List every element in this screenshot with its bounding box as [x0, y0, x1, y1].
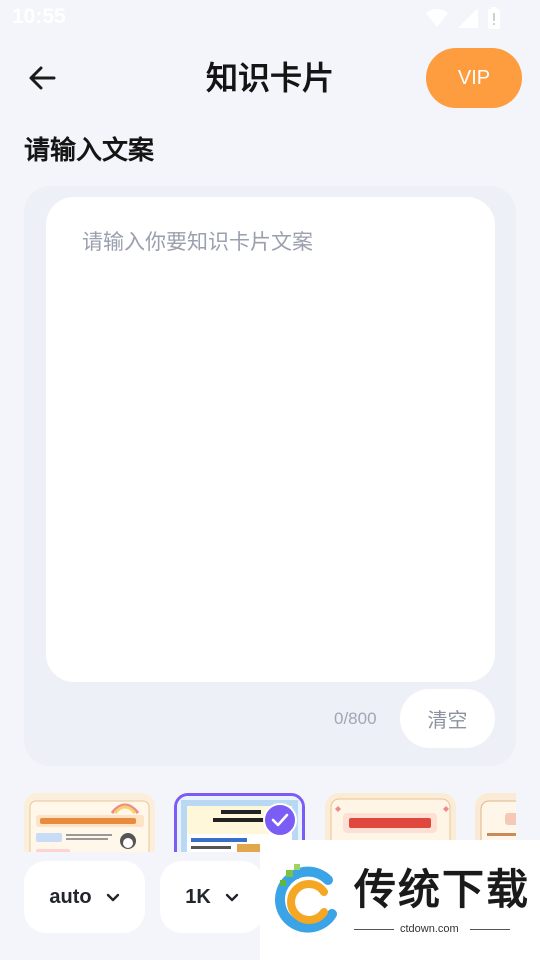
- section-label: 请输入文案: [24, 136, 155, 166]
- ratio-select[interactable]: auto: [24, 861, 145, 933]
- chevron-down-icon: [225, 893, 238, 901]
- clear-button[interactable]: 清空: [400, 689, 495, 748]
- resolution-select[interactable]: 1K: [160, 861, 264, 933]
- textarea-placeholder: 请输入你要知识卡片文案: [82, 230, 313, 254]
- top-bar: 知识卡片 VIP: [0, 44, 540, 114]
- resolution-select-label: 1K: [185, 885, 211, 908]
- vip-button[interactable]: VIP: [426, 48, 522, 108]
- battery-icon: [488, 7, 500, 29]
- status-bar: 10:55: [0, 0, 540, 36]
- watermark-divider: [354, 929, 394, 930]
- site-watermark: 传统下载 ctdown.com: [260, 840, 540, 960]
- watermark-divider: [470, 929, 510, 930]
- status-time: 10:55: [12, 5, 66, 28]
- char-count: 0/800: [334, 709, 377, 728]
- signal-icon: [458, 8, 478, 28]
- ratio-select-label: auto: [49, 885, 92, 908]
- copy-textarea[interactable]: 请输入你要知识卡片文案: [46, 197, 495, 682]
- watermark-title: 传统下载: [354, 865, 531, 914]
- wifi-icon: [426, 9, 448, 27]
- watermark-site: ctdown.com: [400, 923, 459, 935]
- selected-check-icon: [263, 803, 297, 837]
- chevron-down-icon: [106, 893, 119, 901]
- status-icons: [426, 7, 500, 29]
- watermark-logo: [275, 864, 337, 933]
